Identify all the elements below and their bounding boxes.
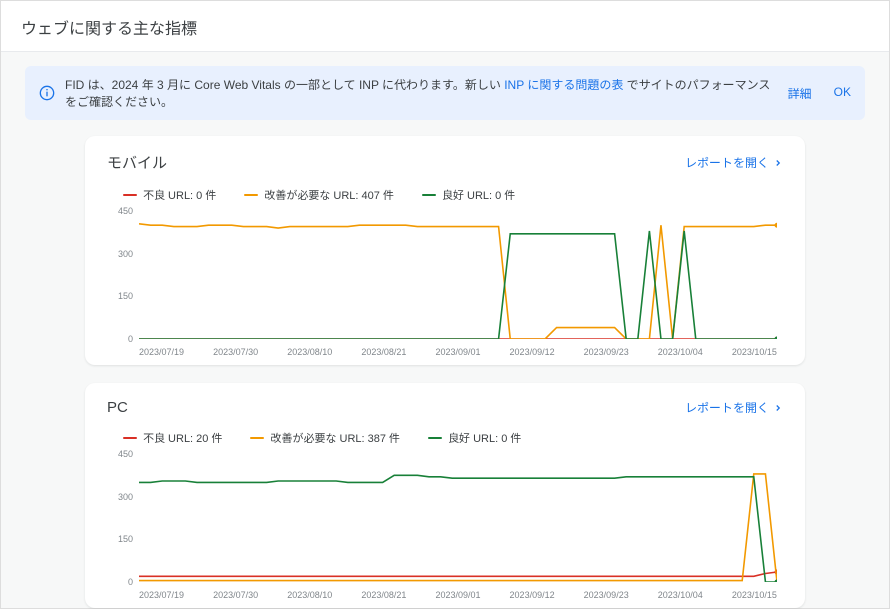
legend-good: 良好 URL: 0 件 [428, 430, 521, 446]
open-report-pc[interactable]: レポートを開く [685, 399, 783, 416]
page-title: ウェブに関する主な指標 [1, 1, 889, 52]
banner-ok-button[interactable]: OK [834, 85, 851, 102]
pc-card: PC レポートを開く 不良 URL: 20 件 改善が必要な URL: 387 … [85, 383, 805, 608]
banner-detail-link[interactable]: 詳細 [788, 85, 812, 102]
legend-improve: 改善が必要な URL: 387 件 [250, 430, 400, 446]
open-report-label: レポートを開く [685, 154, 769, 171]
banner-message: FID は、2024 年 3 月に Core Web Vitals の一部として… [65, 76, 778, 110]
pc-title: PC [107, 399, 128, 416]
pc-chart: 4503001500 2023/07/192023/07/302023/08/1… [107, 454, 783, 604]
mobile-title: モバイル [107, 152, 167, 173]
x-axis-labels: 2023/07/192023/07/302023/08/102023/08/21… [139, 590, 777, 600]
open-report-mobile[interactable]: レポートを開く [685, 154, 783, 171]
mobile-card: モバイル レポートを開く 不良 URL: 0 件 改善が必要な URL: 407… [85, 136, 805, 365]
x-axis-labels: 2023/07/192023/07/302023/08/102023/08/21… [139, 347, 777, 357]
info-icon [39, 85, 55, 101]
legend-good: 良好 URL: 0 件 [422, 187, 515, 203]
legend-bad: 不良 URL: 20 件 [123, 430, 222, 446]
chevron-right-icon [773, 403, 783, 413]
y-axis-labels: 4503001500 [107, 211, 137, 339]
banner-text-prefix: FID は、2024 年 3 月に Core Web Vitals の一部として… [65, 78, 504, 92]
legend-improve: 改善が必要な URL: 407 件 [244, 187, 394, 203]
legend-bad: 不良 URL: 0 件 [123, 187, 216, 203]
y-axis-labels: 4503001500 [107, 454, 137, 582]
info-banner: FID は、2024 年 3 月に Core Web Vitals の一部として… [25, 66, 865, 120]
pc-legend: 不良 URL: 20 件 改善が必要な URL: 387 件 良好 URL: 0… [107, 424, 783, 454]
inp-issues-link[interactable]: INP に関する問題の表 [504, 78, 623, 92]
mobile-legend: 不良 URL: 0 件 改善が必要な URL: 407 件 良好 URL: 0 … [107, 181, 783, 211]
mobile-chart: 4503001500 2023/07/192023/07/302023/08/1… [107, 211, 783, 361]
open-report-label: レポートを開く [685, 399, 769, 416]
chevron-right-icon [773, 158, 783, 168]
